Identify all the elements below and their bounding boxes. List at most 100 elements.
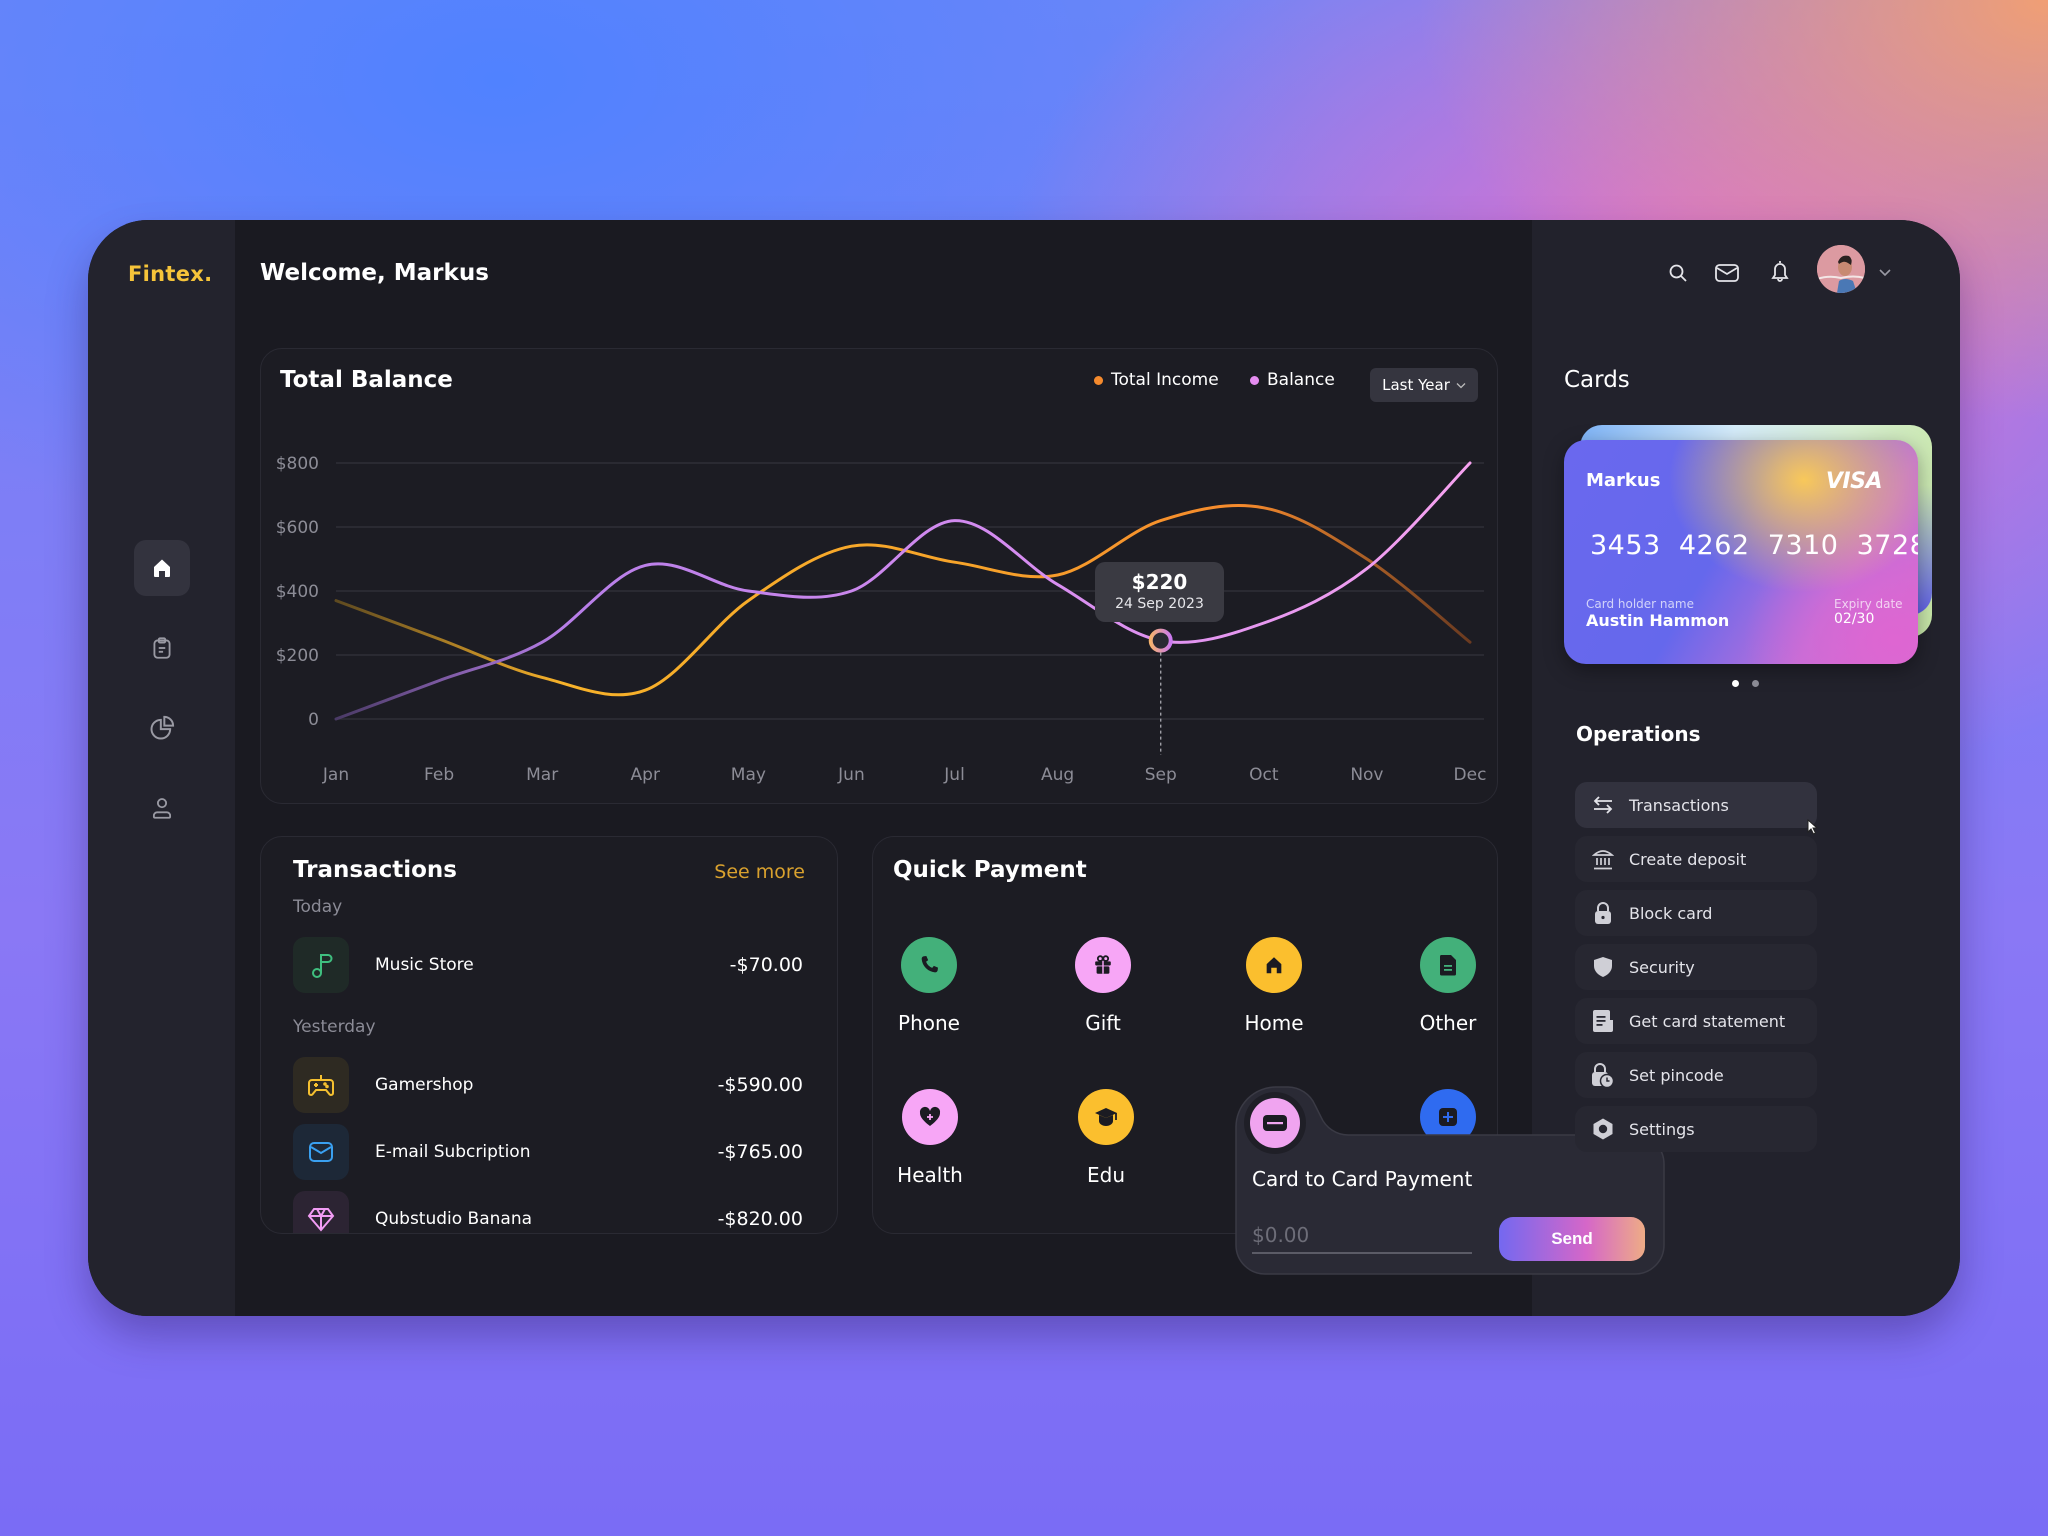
tx-amount: -$70.00 bbox=[729, 954, 803, 976]
tx-amount: -$765.00 bbox=[717, 1141, 803, 1163]
series-line-total-income bbox=[334, 504, 1472, 697]
lock-icon bbox=[1595, 902, 1611, 924]
card-icon bbox=[1263, 1115, 1287, 1131]
x-tick-label: Nov bbox=[1350, 765, 1383, 785]
qp-circle bbox=[1250, 1098, 1300, 1148]
phone-icon bbox=[921, 956, 938, 973]
transaction-row[interactable]: Music Store -$70.00 bbox=[293, 937, 803, 993]
tx-icon-bg bbox=[293, 1057, 349, 1113]
diamond-icon bbox=[307, 1208, 335, 1232]
amount-input[interactable] bbox=[1252, 1218, 1472, 1254]
qp-circle bbox=[1420, 937, 1476, 993]
highlight-point[interactable] bbox=[1148, 628, 1173, 653]
card-pager-dot-active[interactable] bbox=[1732, 680, 1739, 687]
y-tick-label: $600 bbox=[276, 518, 319, 538]
lock-clock-icon bbox=[1592, 1063, 1615, 1088]
tx-name: Qubstudio Banana bbox=[375, 1209, 533, 1229]
shield-icon bbox=[1594, 957, 1612, 977]
x-tick-label: Sep bbox=[1145, 765, 1177, 785]
card-name: Markus bbox=[1586, 470, 1661, 491]
tx-icon-bg bbox=[293, 1191, 349, 1233]
music-note-icon bbox=[312, 954, 333, 978]
send-button[interactable]: Send bbox=[1499, 1217, 1645, 1261]
x-tick-label: Mar bbox=[526, 765, 558, 785]
tx-name: Music Store bbox=[375, 955, 474, 975]
gamepad-icon bbox=[308, 1075, 334, 1096]
transaction-row[interactable]: Qubstudio Banana -$820.00 bbox=[293, 1191, 803, 1233]
x-tick-label: Apr bbox=[631, 765, 660, 785]
expiry-label: Expiry date bbox=[1834, 597, 1903, 611]
tx-icon-bg bbox=[293, 1124, 349, 1180]
card-pager-dot[interactable] bbox=[1752, 680, 1759, 687]
x-tick-label: Feb bbox=[424, 765, 454, 785]
credit-card[interactable]: Markus VISA 3453 4262 7310 3728 Card hol… bbox=[1564, 440, 1918, 664]
operation-security[interactable]: Security bbox=[1575, 944, 1817, 990]
qp-label: Gift bbox=[1085, 1011, 1121, 1035]
document-icon bbox=[1439, 955, 1456, 976]
transaction-row[interactable]: Gamershop -$590.00 bbox=[293, 1057, 803, 1113]
tooltip-date: 24 Sep 2023 bbox=[1115, 596, 1204, 612]
quick-pay-edu[interactable]: Edu bbox=[1051, 1089, 1161, 1187]
y-tick-label: $400 bbox=[276, 582, 319, 602]
x-tick-label: Jun bbox=[837, 765, 865, 785]
operation-label: Block card bbox=[1629, 903, 1713, 923]
home-icon bbox=[1266, 957, 1282, 974]
qp-label: Edu bbox=[1086, 1163, 1125, 1187]
mail-icon bbox=[309, 1142, 333, 1162]
y-tick-label: $200 bbox=[276, 646, 319, 666]
operation-label: Settings bbox=[1629, 1119, 1695, 1139]
popup-title: Card to Card Payment bbox=[1252, 1167, 1473, 1191]
quick-pay-other[interactable]: Other bbox=[1393, 937, 1503, 1035]
mouse-cursor-icon bbox=[1807, 819, 1819, 835]
bank-icon bbox=[1592, 850, 1614, 870]
quick-pay-health[interactable]: Health bbox=[875, 1089, 985, 1187]
quick-pay-gift[interactable]: Gift bbox=[1048, 937, 1158, 1035]
expiry-date: 02/30 bbox=[1834, 611, 1875, 627]
qp-label: Other bbox=[1419, 1011, 1477, 1035]
card-holder-name: Austin Hammon bbox=[1586, 611, 1730, 630]
operation-transactions[interactable]: Transactions bbox=[1575, 782, 1817, 828]
operation-set-pincode[interactable]: Set pincode bbox=[1575, 1052, 1817, 1098]
operation-label: Set pincode bbox=[1629, 1065, 1724, 1085]
balance-chart: 0 $200 $400 $600 $800 Jan Feb Mar Apr May Jun Jul A… bbox=[276, 454, 1487, 785]
group-label-today: Today bbox=[293, 897, 343, 917]
see-more-link[interactable]: See more bbox=[714, 861, 805, 883]
chart-tooltip: $220 24 Sep 2023 bbox=[1095, 562, 1224, 622]
operation-card-statement[interactable]: Get card statement bbox=[1575, 998, 1817, 1044]
operation-label: Security bbox=[1629, 957, 1695, 977]
transaction-row[interactable]: E-mail Subcription -$765.00 bbox=[293, 1124, 803, 1180]
transactions-title: Transactions bbox=[293, 857, 457, 883]
group-label-yesterday: Yesterday bbox=[293, 1017, 376, 1037]
qp-circle bbox=[902, 1089, 958, 1145]
operation-create-deposit[interactable]: Create deposit bbox=[1575, 836, 1817, 882]
cards-title: Cards bbox=[1564, 367, 1630, 393]
qp-circle bbox=[901, 937, 957, 993]
y-tick-label: 0 bbox=[308, 710, 319, 730]
tx-name: E-mail Subcription bbox=[375, 1142, 531, 1162]
x-tick-label: Dec bbox=[1454, 765, 1487, 785]
qp-circle bbox=[1078, 1089, 1134, 1145]
card-payment-button[interactable] bbox=[1244, 1092, 1306, 1154]
x-tick-label: Jan bbox=[322, 765, 349, 785]
statement-icon bbox=[1593, 1010, 1613, 1032]
visa-logo: VISA bbox=[1825, 469, 1883, 494]
heart-icon bbox=[919, 1106, 941, 1126]
operation-settings[interactable]: Settings bbox=[1575, 1106, 1817, 1152]
tx-icon-bg bbox=[293, 937, 349, 993]
quick-pay-home[interactable]: Home bbox=[1219, 937, 1329, 1035]
qp-label: Phone bbox=[898, 1011, 960, 1035]
x-tick-label: Oct bbox=[1249, 765, 1279, 785]
quick-payment-title: Quick Payment bbox=[893, 857, 1087, 883]
x-tick-label: Jul bbox=[943, 765, 965, 785]
graduation-cap-icon bbox=[1095, 1108, 1117, 1126]
operation-label: Transactions bbox=[1629, 795, 1729, 815]
qp-circle bbox=[1246, 937, 1302, 993]
tx-name: Gamershop bbox=[375, 1075, 474, 1095]
operation-block-card[interactable]: Block card bbox=[1575, 890, 1817, 936]
transfer-arrows-icon bbox=[1593, 796, 1613, 814]
tx-amount: -$820.00 bbox=[717, 1208, 803, 1230]
operations-title: Operations bbox=[1576, 722, 1701, 746]
tooltip-value: $220 bbox=[1131, 570, 1188, 594]
operation-label: Get card statement bbox=[1629, 1011, 1786, 1031]
quick-pay-phone[interactable]: Phone bbox=[874, 937, 984, 1035]
